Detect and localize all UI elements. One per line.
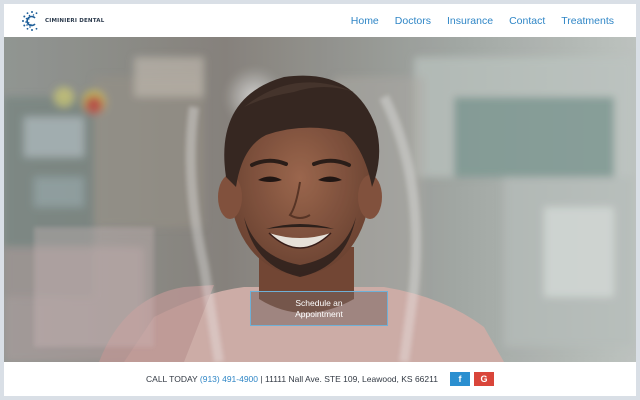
call-today-label: CALL TODAY	[146, 374, 198, 384]
site-header: CIMINIERI DENTAL Home Doctors Insurance …	[4, 4, 636, 37]
logo-mark-icon	[22, 11, 38, 31]
logo-text: CIMINIERI DENTAL	[45, 18, 105, 24]
address-text: 11111 Nall Ave. STE 109, Leawood, KS 662…	[265, 374, 438, 384]
footer-contact: CALL TODAY (913) 491-4900 | 11111 Nall A…	[146, 374, 438, 384]
nav-contact[interactable]: Contact	[509, 15, 545, 27]
hero-section: Schedule an Appointment	[4, 37, 636, 362]
schedule-appointment-button[interactable]: Schedule an Appointment	[250, 291, 388, 326]
facebook-icon[interactable]: f	[449, 372, 470, 386]
nav-insurance[interactable]: Insurance	[447, 15, 493, 27]
site-footer: CALL TODAY (913) 491-4900 | 11111 Nall A…	[4, 362, 636, 396]
nav-home[interactable]: Home	[351, 15, 379, 27]
main-nav: Home Doctors Insurance Contact Treatment…	[351, 4, 614, 37]
logo[interactable]: CIMINIERI DENTAL	[21, 10, 104, 32]
footer-separator: |	[260, 374, 263, 384]
nav-doctors[interactable]: Doctors	[395, 15, 431, 27]
page-frame: CIMINIERI DENTAL Home Doctors Insurance …	[4, 4, 636, 396]
social-links: f G	[449, 372, 494, 386]
nav-treatments[interactable]: Treatments	[561, 15, 614, 27]
phone-link[interactable]: (913) 491-4900	[200, 374, 258, 384]
google-icon[interactable]: G	[473, 372, 494, 386]
